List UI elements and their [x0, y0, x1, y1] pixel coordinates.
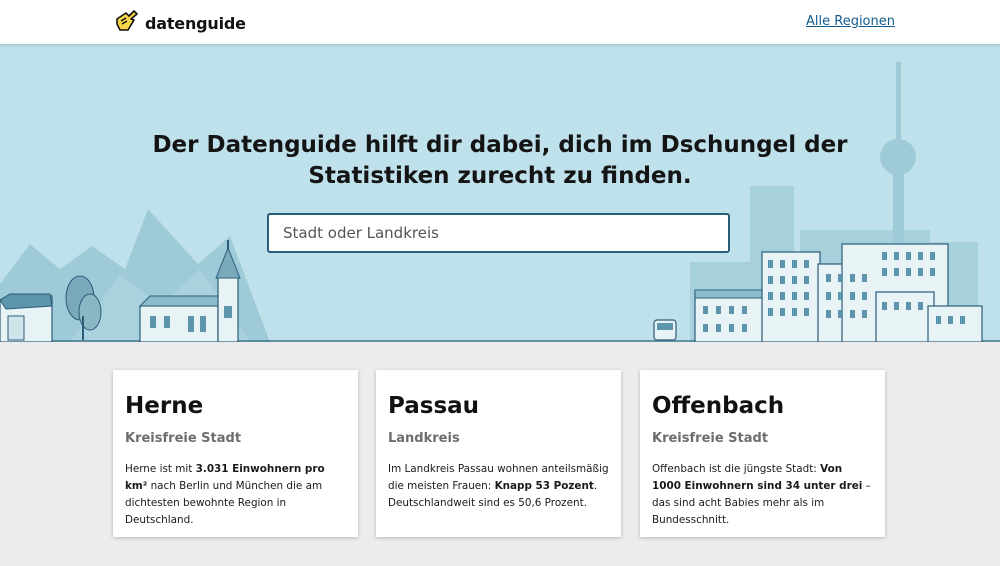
- card-subtitle: Kreisfreie Stadt: [652, 431, 769, 446]
- hero-headline: Der Datenguide hilft dir dabei, dich im …: [150, 130, 850, 192]
- card-title: Offenbach: [652, 393, 785, 419]
- region-card-offenbach[interactable]: Offenbach Kreisfreie Stadt Offenbach ist…: [640, 370, 885, 537]
- card-title: Herne: [125, 393, 204, 419]
- card-text-highlight: Knapp 53 Pozent: [494, 480, 594, 492]
- card-description: Im Landkreis Passau wohnen anteilsmäßig …: [388, 461, 609, 512]
- region-search-input[interactable]: [267, 213, 730, 253]
- card-description: Herne ist mit 3.031 Einwohnern pro km² n…: [125, 461, 346, 529]
- region-card-herne[interactable]: Herne Kreisfreie Stadt Herne ist mit 3.0…: [113, 370, 358, 537]
- card-text-start: Herne ist mit: [125, 463, 196, 475]
- hero-headline-line1: Der Datenguide hilft dir dabei, dich im …: [152, 132, 848, 158]
- home-logo-link[interactable]: datenguide: [114, 9, 246, 37]
- hero-section: Der Datenguide hilft dir dabei, dich im …: [0, 44, 1000, 342]
- card-subtitle: Kreisfreie Stadt: [125, 431, 242, 446]
- card-text-end: nach Berlin und München die am dichteste…: [125, 480, 323, 526]
- region-card-passau[interactable]: Passau Landkreis Im Landkreis Passau woh…: [376, 370, 621, 537]
- card-description: Offenbach ist die jüngste Stadt: Von 100…: [652, 461, 873, 529]
- card-title: Passau: [388, 393, 480, 419]
- card-subtitle: Landkreis: [388, 431, 460, 446]
- all-regions-link[interactable]: Alle Regionen: [806, 14, 895, 29]
- hero-headline-line2: Statistiken zurecht zu finden.: [308, 163, 692, 189]
- top-navigation-bar: datenguide Alle Regionen: [0, 0, 1000, 44]
- city-skyline-illustration: [0, 62, 1000, 342]
- card-text-start: Offenbach ist die jüngste Stadt:: [652, 463, 821, 475]
- logo-text: datenguide: [145, 13, 246, 33]
- pointing-hand-icon: [114, 9, 139, 37]
